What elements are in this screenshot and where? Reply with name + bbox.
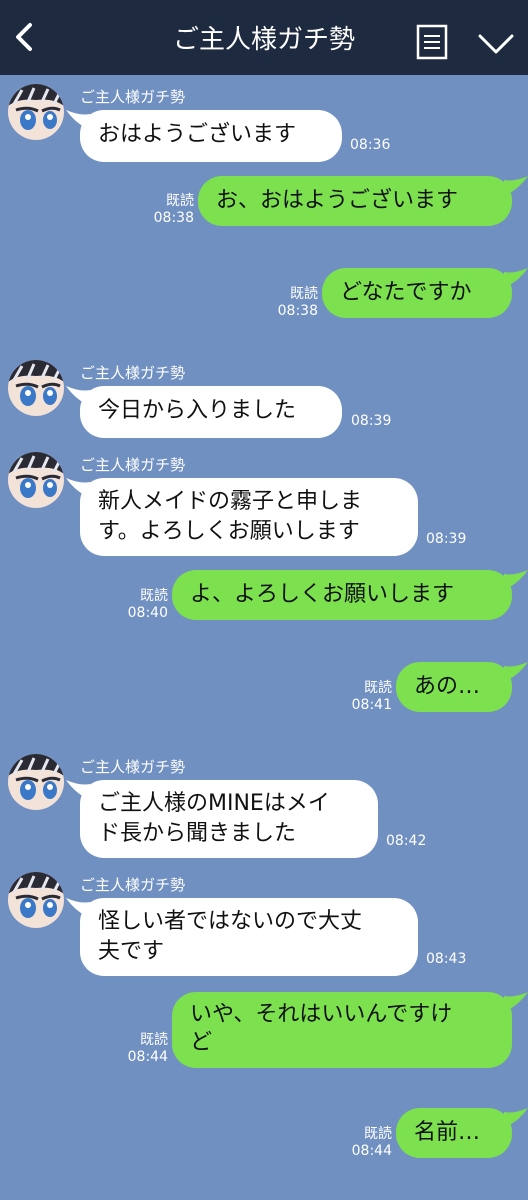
bubble-tail	[504, 662, 528, 682]
message-bubble[interactable]: お、おはようございます	[198, 176, 512, 226]
timestamp: 08:39	[426, 531, 467, 547]
timestamp: 08:38	[153, 210, 194, 226]
sender-name: ご主人様ガチ勢	[80, 876, 186, 894]
maid-avatar-icon	[8, 360, 64, 416]
timestamp: 08:40	[127, 605, 168, 621]
message-bubble[interactable]: 怪しい者ではないので大丈 夫です	[80, 898, 418, 976]
timestamp: 08:44	[351, 1143, 392, 1159]
read-receipt: 既読	[290, 286, 318, 302]
maid-avatar-icon	[8, 452, 64, 508]
bubble-tail	[504, 268, 528, 288]
timestamp: 08:38	[277, 303, 318, 319]
maid-avatar-icon	[8, 872, 64, 928]
message-bubble[interactable]: あの…	[396, 662, 512, 712]
timestamp: 08:44	[127, 1049, 168, 1065]
sender-name: ご主人様ガチ勢	[80, 364, 186, 382]
read-receipt: 既読	[166, 193, 194, 209]
read-receipt: 既読	[364, 680, 392, 696]
bubble-tail	[504, 1108, 528, 1128]
message-bubble[interactable]: おはようございます	[80, 110, 342, 162]
timestamp: 08:42	[386, 833, 427, 849]
avatar[interactable]	[8, 452, 64, 508]
message-bubble[interactable]: 新人メイドの霧子と申しま す。よろしくお願いします	[80, 478, 418, 556]
avatar[interactable]	[8, 84, 64, 140]
sender-name: ご主人様ガチ勢	[80, 456, 186, 474]
bubble-tail	[504, 992, 528, 1012]
timestamp: 08:39	[351, 413, 392, 429]
avatar[interactable]	[8, 360, 64, 416]
sender-name: ご主人様ガチ勢	[80, 88, 186, 106]
timestamp: 08:43	[426, 951, 467, 967]
message-bubble[interactable]: 今日から入りました	[80, 386, 342, 438]
read-receipt: 既読	[140, 588, 168, 604]
chat-title: ご主人様ガチ勢	[172, 25, 355, 55]
message-bubble[interactable]: 名前…	[396, 1108, 512, 1158]
bubble-tail	[504, 570, 528, 590]
message-bubble[interactable]: ご主人様のMINEはメイ ド長から聞きました	[80, 780, 378, 858]
avatar[interactable]	[8, 754, 64, 810]
message-bubble[interactable]: よ、よろしくお願いします	[172, 570, 512, 620]
read-receipt: 既読	[364, 1126, 392, 1142]
sender-name: ご主人様ガチ勢	[80, 758, 186, 776]
note-icon[interactable]	[416, 24, 448, 60]
timestamp: 08:41	[351, 697, 392, 713]
message-bubble[interactable]: いや、それはいいんですけ ど	[172, 992, 512, 1068]
avatar[interactable]	[8, 872, 64, 928]
read-receipt: 既読	[140, 1032, 168, 1048]
maid-avatar-icon	[8, 84, 64, 140]
timestamp: 08:36	[350, 137, 391, 153]
chevron-down-icon[interactable]	[478, 32, 514, 56]
message-bubble[interactable]: どなたですか	[322, 268, 512, 318]
chat-header: ご主人様ガチ勢	[0, 0, 528, 75]
maid-avatar-icon	[8, 754, 64, 810]
bubble-tail	[504, 176, 528, 196]
